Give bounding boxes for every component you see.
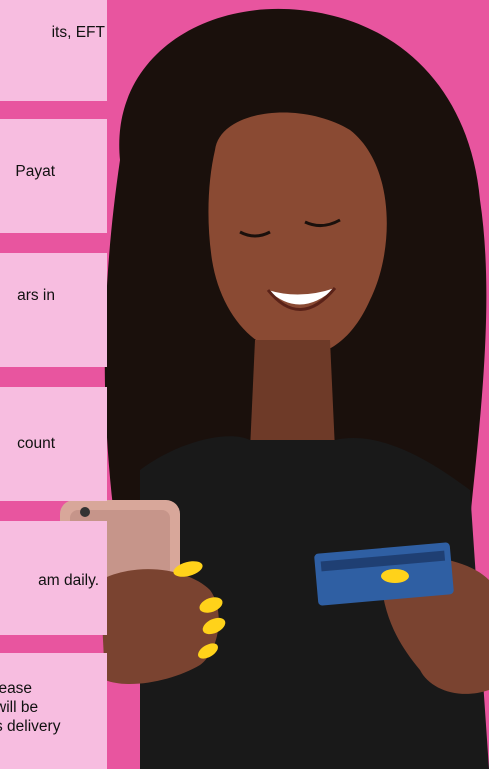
info-card-line: will be [0,699,39,716]
info-card-line: s delivery [0,718,61,735]
info-card-text: count [17,435,55,452]
neck [250,340,335,450]
info-card-2: Payat [0,119,107,233]
info-card-4: count [0,387,107,501]
info-card-3: ars in [0,253,107,367]
info-card-text: its, EFT [51,24,105,41]
info-card-5: am daily. [0,521,107,635]
info-card-6: lease will be s delivery [0,653,107,769]
info-card-1: its, EFT [0,0,107,101]
info-card-line: lease [0,680,33,697]
info-card-text: am daily. [38,572,99,589]
info-card-text: ars in [17,287,55,304]
info-card-text: Payat [15,163,55,180]
